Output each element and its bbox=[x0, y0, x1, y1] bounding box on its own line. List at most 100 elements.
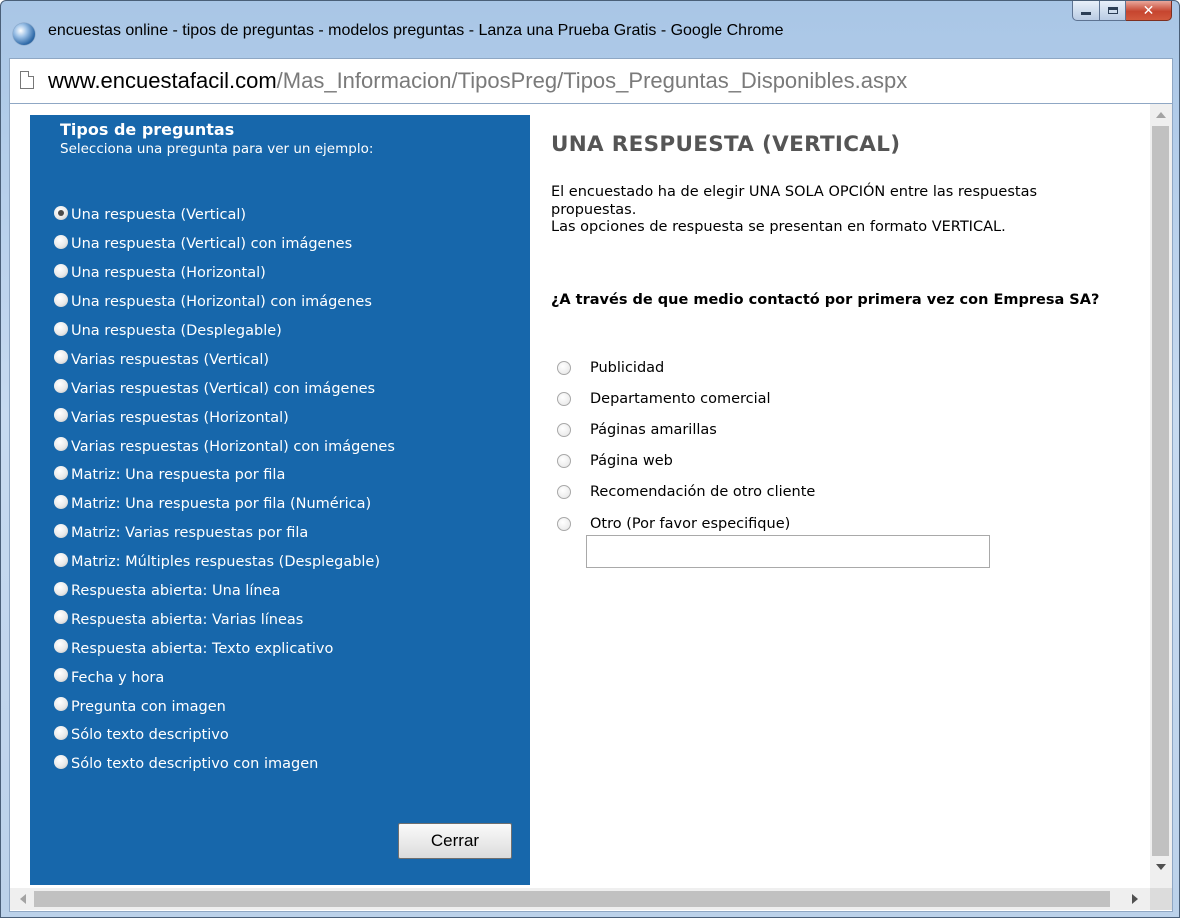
radio-button[interactable] bbox=[557, 360, 571, 375]
question-type-label: Varias respuestas (Horizontal) bbox=[71, 409, 289, 426]
radio-icon[interactable] bbox=[54, 668, 68, 683]
radio-icon[interactable] bbox=[54, 292, 68, 307]
question-type-item[interactable]: Sólo texto descriptivo bbox=[54, 721, 395, 750]
close-button[interactable]: Cerrar bbox=[398, 823, 512, 859]
browser-window: encuestas online - tipos de preguntas - … bbox=[0, 0, 1180, 918]
question-types-panel: Tipos de preguntas Selecciona una pregun… bbox=[30, 115, 530, 885]
radio-button[interactable] bbox=[557, 422, 571, 437]
radio-icon[interactable] bbox=[54, 379, 68, 394]
radio-icon[interactable] bbox=[54, 494, 68, 509]
radio-icon[interactable] bbox=[54, 581, 68, 596]
answer-option-label: Recomendación de otro cliente bbox=[590, 484, 816, 501]
scroll-down-icon[interactable] bbox=[1156, 864, 1166, 870]
question-type-item[interactable]: Una respuesta (Horizontal) bbox=[54, 259, 395, 288]
radio-icon[interactable] bbox=[54, 263, 68, 278]
window-title: encuestas online - tipos de preguntas - … bbox=[48, 22, 784, 39]
answer-option[interactable]: Publicidad bbox=[557, 352, 815, 383]
answer-option-label: Publicidad bbox=[590, 359, 665, 376]
question-type-item[interactable]: Respuesta abierta: Texto explicativo bbox=[54, 634, 395, 663]
radio-icon[interactable] bbox=[54, 754, 68, 769]
maximize-button[interactable] bbox=[1100, 1, 1126, 21]
example-description: El encuestado ha de elegir UNA SOLA OPCI… bbox=[551, 184, 1111, 237]
radio-icon[interactable] bbox=[54, 437, 68, 452]
address-bar[interactable]: www.encuestafacil.com/Mas_Informacion/Ti… bbox=[9, 58, 1173, 104]
question-type-item[interactable]: Varias respuestas (Vertical) bbox=[54, 345, 395, 374]
radio-icon[interactable] bbox=[54, 610, 68, 625]
example-title: UNA RESPUESTA (VERTICAL) bbox=[551, 132, 901, 157]
radio-icon[interactable] bbox=[54, 408, 68, 423]
question-type-label: Una respuesta (Desplegable) bbox=[71, 323, 282, 339]
radio-icon[interactable] bbox=[54, 639, 68, 654]
question-type-label: Una respuesta (Vertical) con imágenes bbox=[71, 236, 353, 253]
title-bar: encuestas online - tipos de preguntas - … bbox=[1, 1, 1179, 51]
chrome-app-icon bbox=[13, 23, 35, 45]
answer-option[interactable]: Páginas amarillas bbox=[557, 414, 815, 445]
question-type-item[interactable]: Sólo texto descriptivo con imagen bbox=[54, 750, 395, 779]
radio-icon[interactable] bbox=[54, 725, 68, 740]
answer-option[interactable]: Departamento comercial bbox=[557, 383, 815, 414]
minimize-button[interactable] bbox=[1072, 1, 1100, 21]
question-type-item[interactable]: Matriz: Varias respuestas por fila bbox=[54, 519, 395, 548]
question-type-item[interactable]: Respuesta abierta: Una línea bbox=[54, 577, 395, 606]
close-window-button[interactable]: ✕ bbox=[1126, 1, 1172, 21]
question-type-label: Matriz: Una respuesta por fila (Numérica… bbox=[71, 496, 372, 513]
question-type-label: Matriz: Múltiples respuestas (Desplegabl… bbox=[71, 554, 381, 571]
question-type-label: Una respuesta (Vertical) bbox=[71, 207, 247, 224]
close-icon: ✕ bbox=[1142, 2, 1155, 19]
question-type-list: Una respuesta (Vertical) Una respuesta (V… bbox=[54, 201, 395, 779]
window-controls: ✕ bbox=[1072, 1, 1172, 21]
question-type-item[interactable]: Matriz: Múltiples respuestas (Desplegabl… bbox=[54, 548, 395, 577]
url-path: /Mas_Informacion/TiposPreg/Tipos_Pregunt… bbox=[276, 68, 908, 93]
radio-icon[interactable] bbox=[54, 350, 68, 365]
question-type-item[interactable]: Una respuesta (Vertical) con imágenes bbox=[54, 230, 395, 259]
radio-icon[interactable] bbox=[54, 697, 68, 712]
radio-button[interactable] bbox=[557, 391, 571, 406]
radio-button[interactable] bbox=[557, 485, 571, 500]
maximize-icon bbox=[1107, 7, 1118, 14]
vertical-scroll-thumb[interactable] bbox=[1152, 126, 1169, 856]
question-type-label: Sólo texto descriptivo con imagen bbox=[71, 756, 319, 773]
panel-heading: Tipos de preguntas bbox=[60, 120, 235, 139]
question-type-item[interactable]: Varias respuestas (Horizontal) con imáge… bbox=[54, 432, 395, 461]
radio-icon[interactable] bbox=[54, 234, 68, 249]
question-type-item[interactable]: Varias respuestas (Horizontal) bbox=[54, 403, 395, 432]
url-text[interactable]: www.encuestafacil.com/Mas_Informacion/Ti… bbox=[48, 68, 907, 94]
question-type-item[interactable]: Fecha y hora bbox=[54, 663, 395, 692]
radio-icon[interactable] bbox=[54, 552, 68, 567]
answer-option-label: Página web bbox=[590, 453, 673, 470]
radio-icon[interactable] bbox=[54, 523, 68, 538]
answer-option-list: Publicidad Departamento comercial Páginas … bbox=[557, 352, 815, 539]
radio-icon[interactable] bbox=[54, 205, 68, 220]
horizontal-scrollbar[interactable] bbox=[10, 888, 1150, 910]
question-type-label: Pregunta con imagen bbox=[71, 698, 226, 715]
scroll-left-icon[interactable] bbox=[20, 894, 26, 904]
question-type-item[interactable]: Matriz: Una respuesta por fila bbox=[54, 461, 395, 490]
question-type-label: Varias respuestas (Horizontal) con imáge… bbox=[71, 438, 395, 455]
radio-button[interactable] bbox=[557, 454, 571, 469]
question-type-label: Respuesta abierta: Texto explicativo bbox=[71, 640, 334, 657]
page-viewport: Tipos de preguntas Selecciona una pregun… bbox=[9, 104, 1173, 912]
description-line: Las opciones de respuesta se presentan e… bbox=[551, 219, 1006, 235]
radio-button[interactable] bbox=[557, 516, 571, 531]
url-domain: www.encuestafacil.com bbox=[48, 68, 277, 93]
question-type-item[interactable]: Varias respuestas (Vertical) con imágene… bbox=[54, 374, 395, 403]
question-type-item[interactable]: Una respuesta (Desplegable) bbox=[54, 317, 395, 346]
question-type-item[interactable]: Matriz: Una respuesta por fila (Numérica… bbox=[54, 490, 395, 519]
radio-icon[interactable] bbox=[54, 321, 68, 336]
scroll-up-icon[interactable] bbox=[1156, 112, 1166, 118]
answer-option[interactable]: Recomendación de otro cliente bbox=[557, 477, 815, 508]
other-specify-input[interactable] bbox=[586, 535, 990, 568]
question-type-label: Respuesta abierta: Una línea bbox=[71, 583, 281, 600]
vertical-scrollbar[interactable] bbox=[1150, 104, 1172, 888]
radio-icon[interactable] bbox=[54, 465, 68, 480]
answer-option-label: Otro (Por favor especifique) bbox=[590, 515, 791, 532]
question-type-item[interactable]: Una respuesta (Vertical) bbox=[54, 201, 395, 230]
question-type-item[interactable]: Respuesta abierta: Varias líneas bbox=[54, 605, 395, 634]
question-type-item[interactable]: Pregunta con imagen bbox=[54, 692, 395, 721]
scroll-right-icon[interactable] bbox=[1132, 894, 1138, 904]
question-type-item[interactable]: Una respuesta (Horizontal) con imágenes bbox=[54, 288, 395, 317]
question-type-label: Sólo texto descriptivo bbox=[71, 727, 229, 744]
answer-option[interactable]: Página web bbox=[557, 446, 815, 477]
description-line: El encuestado ha de elegir UNA SOLA OPCI… bbox=[551, 184, 1038, 218]
horizontal-scroll-thumb[interactable] bbox=[34, 891, 1110, 907]
